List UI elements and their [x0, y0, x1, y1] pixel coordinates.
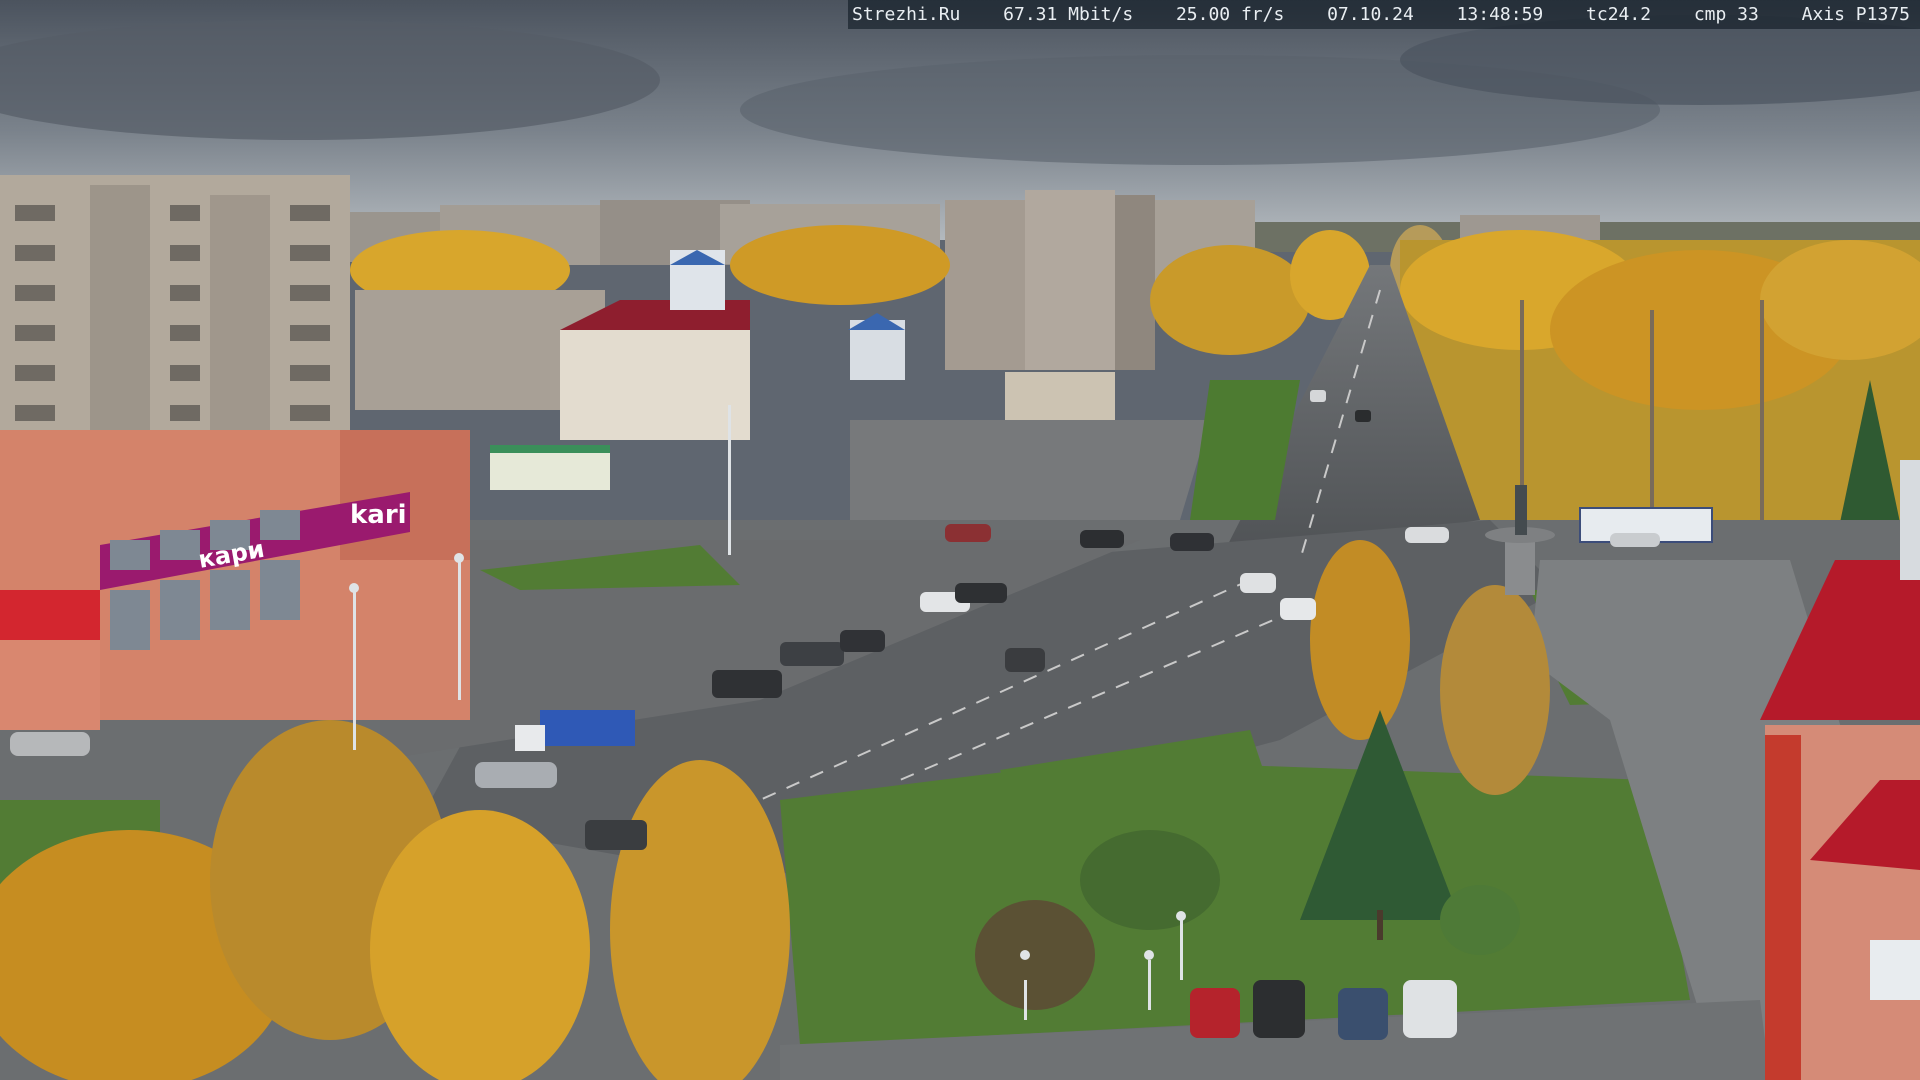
osd-tc: tc24.2: [1586, 4, 1652, 25]
osd-cmp: cmp 33: [1693, 4, 1759, 25]
osd-bitrate: 67.31 Mbit/s: [1003, 4, 1134, 25]
webcam-frame: kari кари Strezhi.Ru 67.31 Mbit/s 25.00 …: [0, 0, 1920, 1080]
plaza: [850, 420, 1210, 520]
camera-osd-overlay: Strezhi.Ru 67.31 Mbit/s 25.00 fr/s 07.10…: [848, 0, 1920, 29]
osd-camera-model: Axis P1375: [1801, 4, 1910, 25]
osd-fps: 25.00 fr/s: [1175, 4, 1285, 25]
kari-store-building: [0, 430, 470, 730]
store-sign: kari: [350, 500, 407, 530]
osd-date: 07.10.24: [1327, 4, 1414, 25]
osd-time: 13:48:59: [1456, 4, 1544, 25]
osd-site: Strezhi.Ru: [852, 4, 961, 25]
city-street-scene: kari кари: [0, 0, 1920, 1080]
